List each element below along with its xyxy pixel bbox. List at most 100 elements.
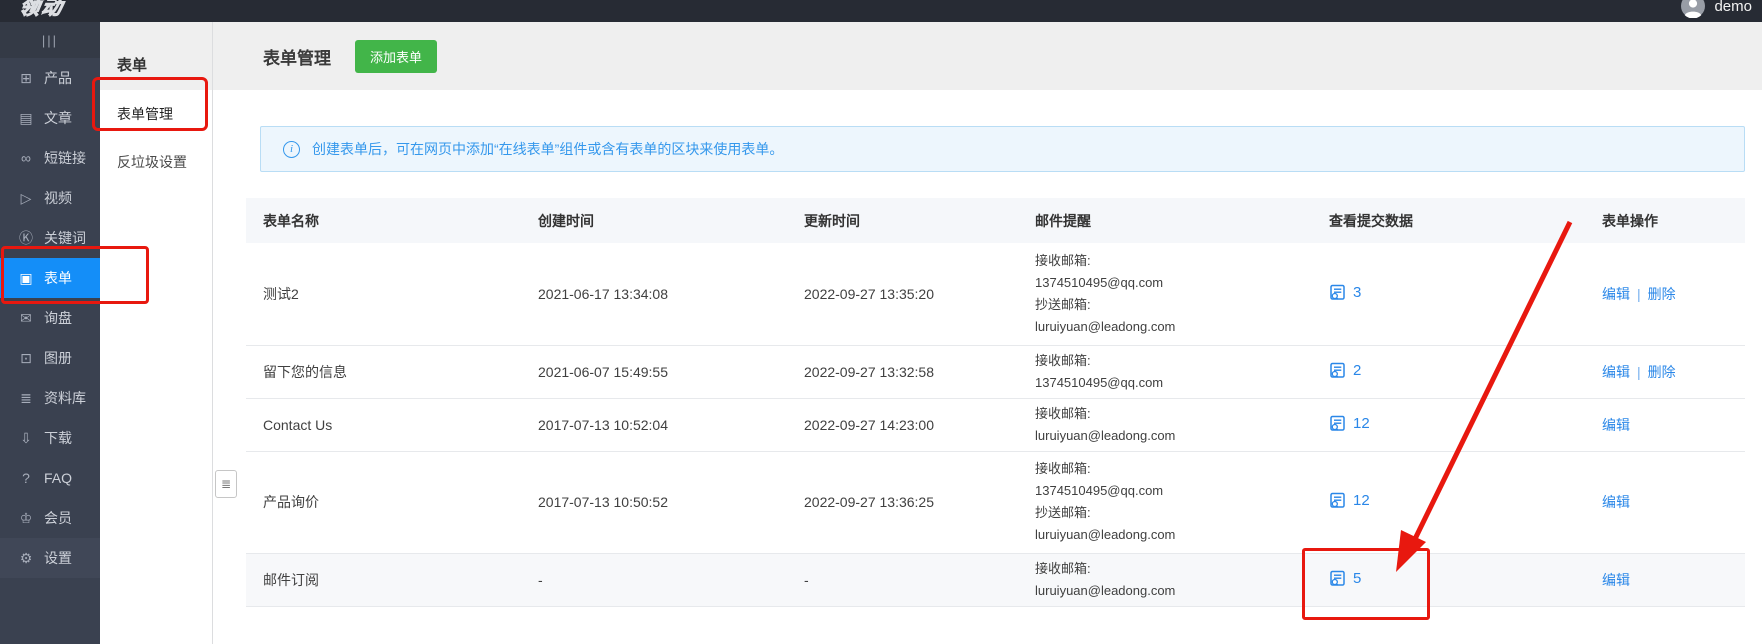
delete-link[interactable]: 删除	[1648, 364, 1676, 380]
action-separator: |	[1637, 363, 1641, 380]
brand-logo[interactable]: 领动	[17, 0, 66, 20]
sidebar-item-faq[interactable]: ? FAQ	[0, 458, 100, 498]
sidebar-item-members[interactable]: ♔ 会员	[0, 498, 100, 538]
action-separator: |	[1637, 285, 1641, 302]
grid-icon: ⊞	[20, 69, 32, 86]
user-avatar-icon	[1681, 0, 1706, 18]
question-icon: ?	[22, 470, 30, 486]
email-line: 抄送邮箱:	[1035, 505, 1091, 520]
add-form-button[interactable]: 添加表单	[355, 39, 438, 73]
form-data-icon	[1330, 492, 1345, 508]
view-submissions-link[interactable]: 2	[1329, 362, 1361, 379]
form-name-cell: 产品询价	[263, 494, 319, 510]
gear-icon: ⚙	[19, 549, 33, 566]
updated-time-cell: -	[804, 571, 809, 588]
column-header-3: 更新时间	[804, 212, 860, 229]
crown-icon: ♔	[19, 509, 33, 526]
keyword-icon: Ⓚ	[19, 230, 33, 246]
sidebar-item-videos[interactable]: ▷ 视频	[0, 178, 100, 218]
email-reminder-cell: 接收邮箱: luruiyuan@leadong.com	[1035, 398, 1329, 451]
subsidebar-item-form-management[interactable]: 表单管理	[100, 90, 212, 138]
form-name-cell: 留下您的信息	[263, 363, 347, 380]
edit-link[interactable]: 编辑	[1602, 572, 1630, 588]
form-data-icon	[1330, 362, 1345, 378]
view-submissions-link[interactable]: 3	[1329, 284, 1361, 301]
edit-link[interactable]: 编辑	[1602, 494, 1630, 510]
actions-cell: 编辑 | 删除	[1602, 243, 1745, 345]
admin-app: 领动 demo ||| ⊞ 产品 ▤ 文章 ∞ 短链接 ▷ 视频 Ⓚ 关键词 ▣…	[0, 0, 1762, 644]
page-title: 表单管理	[263, 48, 331, 68]
article-icon: ▤	[19, 109, 33, 126]
form-icon: ▣	[19, 269, 33, 286]
sidebar-item-downloads[interactable]: ⇩ 下载	[0, 418, 100, 458]
info-banner: i 创建表单后，可在网页中添加“在线表单”组件或含有表单的区块来使用表单。	[260, 126, 1745, 172]
email-reminder-cell: 接收邮箱: luruiyuan@leadong.com	[1035, 553, 1329, 606]
form-name-cell: 邮件订阅	[263, 571, 319, 588]
submission-count: 3	[1353, 283, 1362, 301]
main-navigation: ⊞ 产品 ▤ 文章 ∞ 短链接 ▷ 视频 Ⓚ 关键词 ▣ 表单 ✉ 询盘 ⊡ 图…	[0, 58, 100, 578]
sidebar-item-products[interactable]: ⊞ 产品	[0, 58, 100, 98]
table-row: 邮件订阅 - - 接收邮箱: luruiyuan@leadong.com 5 编辑	[246, 553, 1745, 606]
edit-link[interactable]: 编辑	[1602, 364, 1630, 380]
delete-link[interactable]: 删除	[1648, 286, 1676, 302]
email-line: 1374510495@qq.com	[1035, 374, 1164, 390]
sidebar-item-forms[interactable]: ▣ 表单	[0, 258, 100, 298]
email-line: 接收邮箱:	[1035, 252, 1091, 268]
sidebar-item-keywords[interactable]: Ⓚ 关键词	[0, 218, 100, 258]
edit-link[interactable]: 编辑	[1602, 286, 1630, 302]
created-time-cell: 2017-07-13 10:52:04	[538, 416, 668, 433]
column-header-form-name: 表单名称	[263, 212, 319, 229]
email-line: luruiyuan@leadong.com	[1035, 527, 1176, 542]
table-row: 留下您的信息 2021-06-07 15:49:55 2022-09-27 13…	[246, 345, 1745, 398]
column-header-5: 查看提交数据	[1329, 212, 1413, 229]
forms-table: 表单名称 创建时间 更新时间 邮件提醒 查看提交数据 表单操作 测试2 2021-06-…	[246, 198, 1745, 607]
updated-time-cell: 2022-09-27 14:23:00	[804, 416, 934, 433]
email-line: 接收邮箱:	[1035, 560, 1091, 576]
info-banner-text: 创建表单后，可在网页中添加“在线表单”组件或含有表单的区块来使用表单。	[312, 141, 784, 157]
submissions-cell: 5	[1329, 553, 1602, 606]
sidebar-item-library[interactable]: ≣ 资料库	[0, 378, 100, 418]
sidebar-item-short-links[interactable]: ∞ 短链接	[0, 138, 100, 178]
secondary-sidebar-title: 表单	[117, 57, 148, 74]
content-area: i 创建表单后，可在网页中添加“在线表单”组件或含有表单的区块来使用表单。 表单…	[213, 126, 1762, 607]
view-submissions-link[interactable]: 12	[1329, 415, 1370, 432]
list-icon: ≣	[220, 477, 232, 491]
form-data-icon	[1330, 415, 1345, 431]
actions-cell: 编辑	[1602, 398, 1745, 451]
download-icon: ⇩	[20, 429, 32, 446]
submission-count: 12	[1353, 492, 1370, 509]
sidebar-item-inquiries[interactable]: ✉ 询盘	[0, 298, 100, 338]
link-icon: ∞	[21, 150, 31, 166]
sidebar-item-albums[interactable]: ⊡ 图册	[0, 338, 100, 378]
gallery-icon: ⊡	[20, 349, 32, 366]
updated-time-cell: 2022-09-27 13:35:20	[804, 285, 934, 302]
email-reminder-cell: 接收邮箱: 1374510495@qq.com 抄送邮箱: luruiyuan@lea…	[1035, 243, 1329, 345]
table-row: 测试2 2021-06-17 13:34:08 2022-09-27 13:35…	[246, 243, 1745, 345]
submission-count: 5	[1353, 569, 1362, 587]
view-submissions-link[interactable]: 12	[1329, 492, 1370, 509]
library-icon: ≣	[20, 389, 32, 406]
actions-cell: 编辑 | 删除	[1602, 345, 1745, 398]
submissions-cell: 2	[1329, 345, 1602, 398]
table-row: Contact Us 2017-07-13 10:52:04 2022-09-2…	[246, 398, 1745, 451]
inquiry-icon: ✉	[20, 309, 32, 326]
sidebar-item-articles[interactable]: ▤ 文章	[0, 98, 100, 138]
subsidebar-item-anti-spam[interactable]: 反垃圾设置	[100, 138, 212, 186]
email-line: luruiyuan@leadong.com	[1035, 582, 1176, 598]
table-row: 产品询价 2017-07-13 10:50:52 2022-09-27 13:3…	[246, 451, 1745, 553]
created-time-cell: 2021-06-17 13:34:08	[538, 285, 668, 302]
updated-time-cell: 2022-09-27 13:36:25	[804, 494, 934, 510]
secondary-sidebar-header: 表单	[100, 22, 212, 90]
page-header: 表单管理 添加表单	[213, 22, 1762, 90]
sidebar-item-settings[interactable]: ⚙ 设置	[0, 538, 100, 578]
menu-collapse-button[interactable]: |||	[0, 22, 100, 58]
form-data-icon	[1330, 570, 1345, 586]
view-submissions-link[interactable]: 5	[1329, 570, 1361, 587]
column-header-2: 创建时间	[538, 212, 594, 229]
email-line: 接收邮箱:	[1035, 405, 1091, 421]
user-menu[interactable]: demo	[1681, 0, 1752, 18]
submissions-cell: 12	[1329, 398, 1602, 451]
edit-link[interactable]: 编辑	[1602, 417, 1630, 433]
created-time-cell: -	[538, 571, 543, 588]
panel-toggle-button[interactable]: ≣	[215, 470, 237, 498]
